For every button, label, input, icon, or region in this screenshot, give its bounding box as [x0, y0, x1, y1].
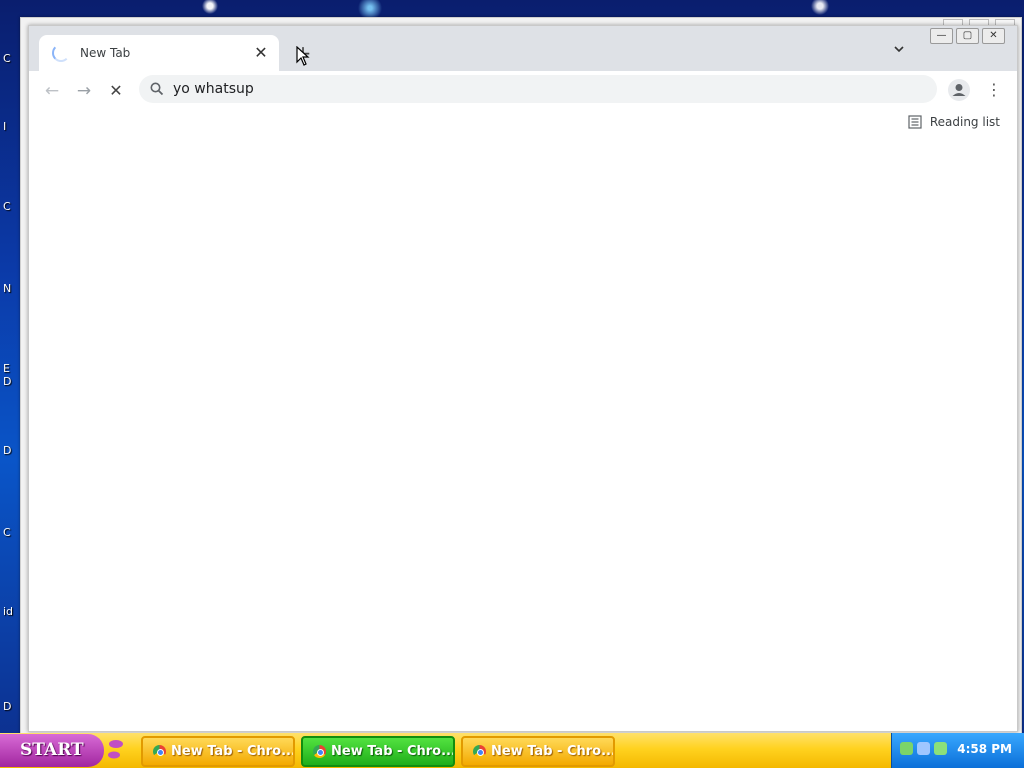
toolbar: ← → ✕ yo whatsup ⋮ [29, 71, 1017, 109]
start-decoration-icon [108, 740, 123, 759]
taskbar-item-active[interactable]: New Tab - Chro... [301, 736, 455, 767]
taskbar-item-label: New Tab - Chro... [171, 744, 295, 759]
maximize-button[interactable]: ▢ [956, 28, 979, 44]
tab-strip: New Tab ✕ + — ▢ ✕ [29, 26, 1017, 71]
desktop-icon-label[interactable]: id [3, 605, 13, 618]
minimize-button[interactable]: — [930, 28, 953, 44]
search-icon [150, 82, 164, 96]
window-controls: — ▢ ✕ [930, 28, 1005, 44]
desktop-icon-label[interactable]: E [3, 362, 10, 375]
forward-button[interactable]: → [72, 79, 96, 103]
desktop-icon-label[interactable]: C [3, 200, 11, 213]
chrome-icon [473, 745, 486, 758]
desktop-icon-label[interactable]: D [3, 700, 11, 713]
chrome-icon [313, 745, 326, 758]
close-window-button[interactable]: ✕ [982, 28, 1005, 44]
profile-button[interactable] [948, 79, 970, 101]
menu-button[interactable]: ⋮ [986, 79, 1002, 101]
network-icon[interactable] [900, 742, 913, 755]
desktop-icon-label[interactable]: D [3, 375, 11, 388]
stop-button[interactable]: ✕ [104, 79, 128, 103]
volume-icon[interactable] [917, 742, 930, 755]
taskbar-item[interactable]: New Tab - Chro... [141, 736, 295, 767]
back-button[interactable]: ← [40, 79, 64, 103]
desktop-icon-label[interactable]: C [3, 52, 11, 65]
desktop-icon-label[interactable]: D [3, 444, 11, 457]
tab-search-button[interactable] [889, 42, 909, 62]
start-button[interactable]: START [0, 734, 104, 767]
reading-list-button[interactable]: Reading list [908, 115, 1000, 129]
safely-remove-icon[interactable] [934, 742, 947, 755]
desktop-icon-label[interactable]: C [3, 526, 11, 539]
desktop-icon-label[interactable]: I [3, 120, 6, 133]
system-tray: 4:58 PM [891, 733, 1024, 768]
browser-window: New Tab ✕ + — ▢ ✕ ← → ✕ yo whatsup [28, 25, 1018, 732]
tab-title: New Tab [80, 46, 131, 60]
chrome-icon [153, 745, 166, 758]
desktop-icon-label[interactable]: N [3, 282, 11, 295]
taskbar-item-label: New Tab - Chro... [331, 744, 455, 759]
taskbar-item-label: New Tab - Chro... [491, 744, 615, 759]
reading-list-icon [908, 115, 922, 129]
address-text[interactable]: yo whatsup [173, 81, 254, 97]
address-bar[interactable]: yo whatsup [139, 75, 937, 103]
loading-spinner-icon [52, 44, 70, 62]
bookmarks-bar: Reading list [29, 109, 1017, 140]
page-content[interactable] [29, 139, 1017, 731]
tab-new-tab[interactable]: New Tab ✕ [39, 35, 279, 71]
tray-icons [900, 742, 947, 755]
clock[interactable]: 4:58 PM [957, 742, 1012, 756]
chevron-down-icon [894, 46, 904, 53]
person-icon [952, 84, 966, 96]
reading-list-label: Reading list [929, 115, 1000, 129]
mouse-cursor-icon [296, 46, 310, 66]
taskbar-item[interactable]: New Tab - Chro... [461, 736, 615, 767]
taskbar: START New Tab - Chro... New Tab - Chro..… [0, 733, 1024, 768]
tab-close-button[interactable]: ✕ [251, 43, 271, 63]
